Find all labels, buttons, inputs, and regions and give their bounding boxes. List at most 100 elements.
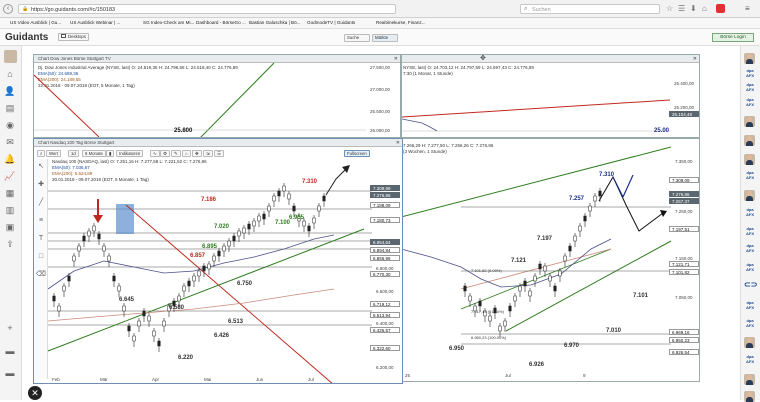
bookmark-3[interactable]: SG Index-Check am Mi... — [143, 20, 194, 25]
author-avatar-6[interactable] — [744, 337, 755, 348]
ndx-candle-body — [142, 310, 146, 317]
dpa-afx-logo-5[interactable]: dpa AFX — [744, 207, 756, 218]
watch-nav-icon[interactable]: ◉ — [4, 119, 16, 131]
ndx-red-trend — [125, 204, 333, 383]
list-nav-icon[interactable]: ▦ — [4, 187, 16, 199]
address-bar[interactable]: 🔒 https://go.guidants.com/#c/150183 — [18, 4, 396, 14]
table-nav-icon[interactable]: ▥ — [4, 204, 16, 216]
login-label: Börse Login — [720, 35, 746, 40]
add-icon[interactable]: + — [4, 322, 16, 334]
desktops-button[interactable]: Desktops — [58, 33, 89, 41]
folder-2-icon[interactable]: ▬ — [4, 367, 16, 379]
download-icon[interactable]: ⬇ — [690, 4, 697, 13]
ndxh-fib-2: 7.017,14 (61.80%) — [471, 309, 504, 314]
ndx-label-6513: 6.513 — [228, 319, 244, 325]
folder-icon[interactable]: ▬ — [4, 345, 16, 357]
user-nav-icon[interactable]: 👤 — [4, 85, 16, 97]
search-icon: ⌕ — [524, 6, 528, 12]
bell-nav-icon[interactable]: 🔔 — [4, 153, 16, 165]
chart-nav-icon[interactable]: 📈 — [4, 170, 16, 182]
market-button[interactable]: Märkte — [372, 34, 398, 42]
ndxh-candle-body — [478, 300, 482, 307]
ndxh-forecast-arrowhead — [660, 210, 667, 217]
ndx-month-3: Mai — [204, 377, 212, 382]
ndx-ema200 — [47, 288, 335, 322]
author-avatar-8[interactable] — [744, 391, 755, 402]
ndxh-month-1: Jul — [505, 373, 511, 378]
dpa-afx-logo-11[interactable]: dpa AFX — [744, 354, 756, 365]
dpa-afx-logo-8[interactable]: dpa AFX — [744, 262, 756, 273]
ndx-candle-body — [207, 263, 211, 270]
ndx-chart-svg — [47, 165, 372, 383]
ndx-hourly-window[interactable]: 7.266,29 H: 7.277,50 L: 7.256,26 C: 7.27… — [400, 138, 700, 382]
author-avatar-2[interactable] — [744, 116, 755, 127]
bookmark-5[interactable]: Bastian Galuschka | Bö... — [249, 20, 301, 25]
dpa-afx-logo-6[interactable]: dpa AFX — [744, 226, 756, 237]
ndx-candle-body — [182, 285, 186, 292]
author-avatar-1[interactable] — [744, 53, 755, 64]
link-icon[interactable]: ⊂⊃ — [744, 281, 757, 293]
dow-chart-window[interactable]: Chart Dow Jones Börse Stuttgart TV ✕ Dj. … — [33, 54, 401, 138]
ndxh-candle-body — [543, 265, 547, 272]
dpa-afx-logo-7[interactable]: dpa AFX — [744, 243, 756, 254]
dpa-afx-logo-10[interactable]: dpa AFX — [744, 318, 756, 329]
ndxh-label-7257: 7.257 — [569, 196, 585, 202]
dpa-afx-logo-9[interactable]: dpa AFX — [744, 300, 756, 311]
bookmark-7[interactable]: Realtimekurse, Finanz... — [376, 20, 426, 25]
author-avatar-5[interactable] — [744, 190, 755, 201]
ndx-candle-body — [97, 233, 101, 240]
home-nav-icon[interactable]: ⌂ — [4, 68, 16, 80]
dpa-afx-logo-1[interactable]: dpa AFX — [744, 68, 756, 79]
search-button[interactable]: Suche — [344, 34, 370, 42]
back-icon[interactable]: ‹ — [3, 4, 13, 14]
mail-nav-icon[interactable]: ✉ — [4, 136, 16, 148]
author-avatar-7[interactable] — [744, 374, 755, 385]
ndxh-label-7121: 7.121 — [511, 258, 527, 264]
ndx-price-5: 6.894,84 — [370, 247, 400, 253]
ndx-candle-body — [72, 255, 76, 262]
market-btn-label: Märkte — [375, 35, 389, 40]
dow-axis-2: 26.500,00 — [370, 109, 391, 114]
ndx-price-9: 6.513,94 — [370, 312, 400, 318]
ndxh-candle-body — [498, 325, 502, 332]
export-nav-icon[interactable]: ⇪ — [4, 238, 16, 250]
ndx-candle-body — [192, 275, 196, 282]
dpa-afx-logo-3[interactable]: dpa AFX — [744, 97, 756, 108]
ndxh-axis-1: 7.250,00 — [675, 209, 693, 214]
author-avatar-4[interactable] — [744, 154, 755, 165]
ndx-candle-body — [122, 305, 126, 312]
nyse-chart-window[interactable]: ✥ ✕ NYSE, last) O: 24.703,12 H: 24.797,59… — [401, 54, 700, 138]
bookmark-2[interactable]: US Ausblick Webinar | ... — [70, 20, 120, 25]
news-nav-icon[interactable]: ▤ — [4, 102, 16, 114]
start-icon[interactable]: ✕ — [28, 386, 42, 400]
profile-avatar[interactable] — [4, 50, 17, 63]
ndx-candle-body — [252, 220, 256, 227]
ndxh-candle-body — [598, 190, 602, 197]
menu-icon[interactable]: ≡ — [745, 4, 750, 13]
dpa-afx-logo-2[interactable]: dpa AFX — [744, 82, 756, 93]
author-avatar-3[interactable] — [744, 135, 755, 146]
ndx-price-7: 6.770,30 — [370, 271, 400, 277]
ndxh-candle-body — [533, 275, 537, 282]
ndx-candle-body — [202, 265, 206, 272]
bookmark-4[interactable]: Dashboard - BörseGo ... — [196, 20, 246, 25]
ndx-daily-window[interactable]: Chart Nasdaq 100 Tag Börse Stuttgart ✕ ⌕ … — [33, 138, 403, 384]
ndxh-candle-body — [528, 290, 532, 297]
ndx-candle-body — [212, 255, 216, 262]
home-icon[interactable]: ⌂ — [702, 4, 707, 13]
dpa-afx-logo-4[interactable]: dpa AFX — [744, 170, 756, 181]
search-box[interactable]: ⌕ Suchen — [520, 4, 660, 14]
addon-icon[interactable] — [716, 4, 725, 13]
star-icon[interactable]: ☆ — [666, 4, 673, 13]
ndxh-label-6950: 6.950 — [449, 346, 465, 352]
ndxh-candle-body — [558, 270, 562, 277]
ndxh-price-5: 7.101,82 — [669, 269, 699, 275]
login-button[interactable]: Börse Login — [712, 33, 754, 42]
bag-nav-icon[interactable]: ▣ — [4, 221, 16, 233]
ndxh-candle-body — [563, 255, 567, 262]
reader-icon[interactable]: ☰ — [678, 4, 685, 13]
bookmark-6[interactable]: GodmodeTV | Guidants — [307, 20, 355, 25]
bookmark-1[interactable]: US Video Ausblick | Gu... — [10, 20, 61, 25]
ndxh-candle-body — [468, 295, 472, 302]
app-logo[interactable]: Guidants — [5, 32, 48, 43]
